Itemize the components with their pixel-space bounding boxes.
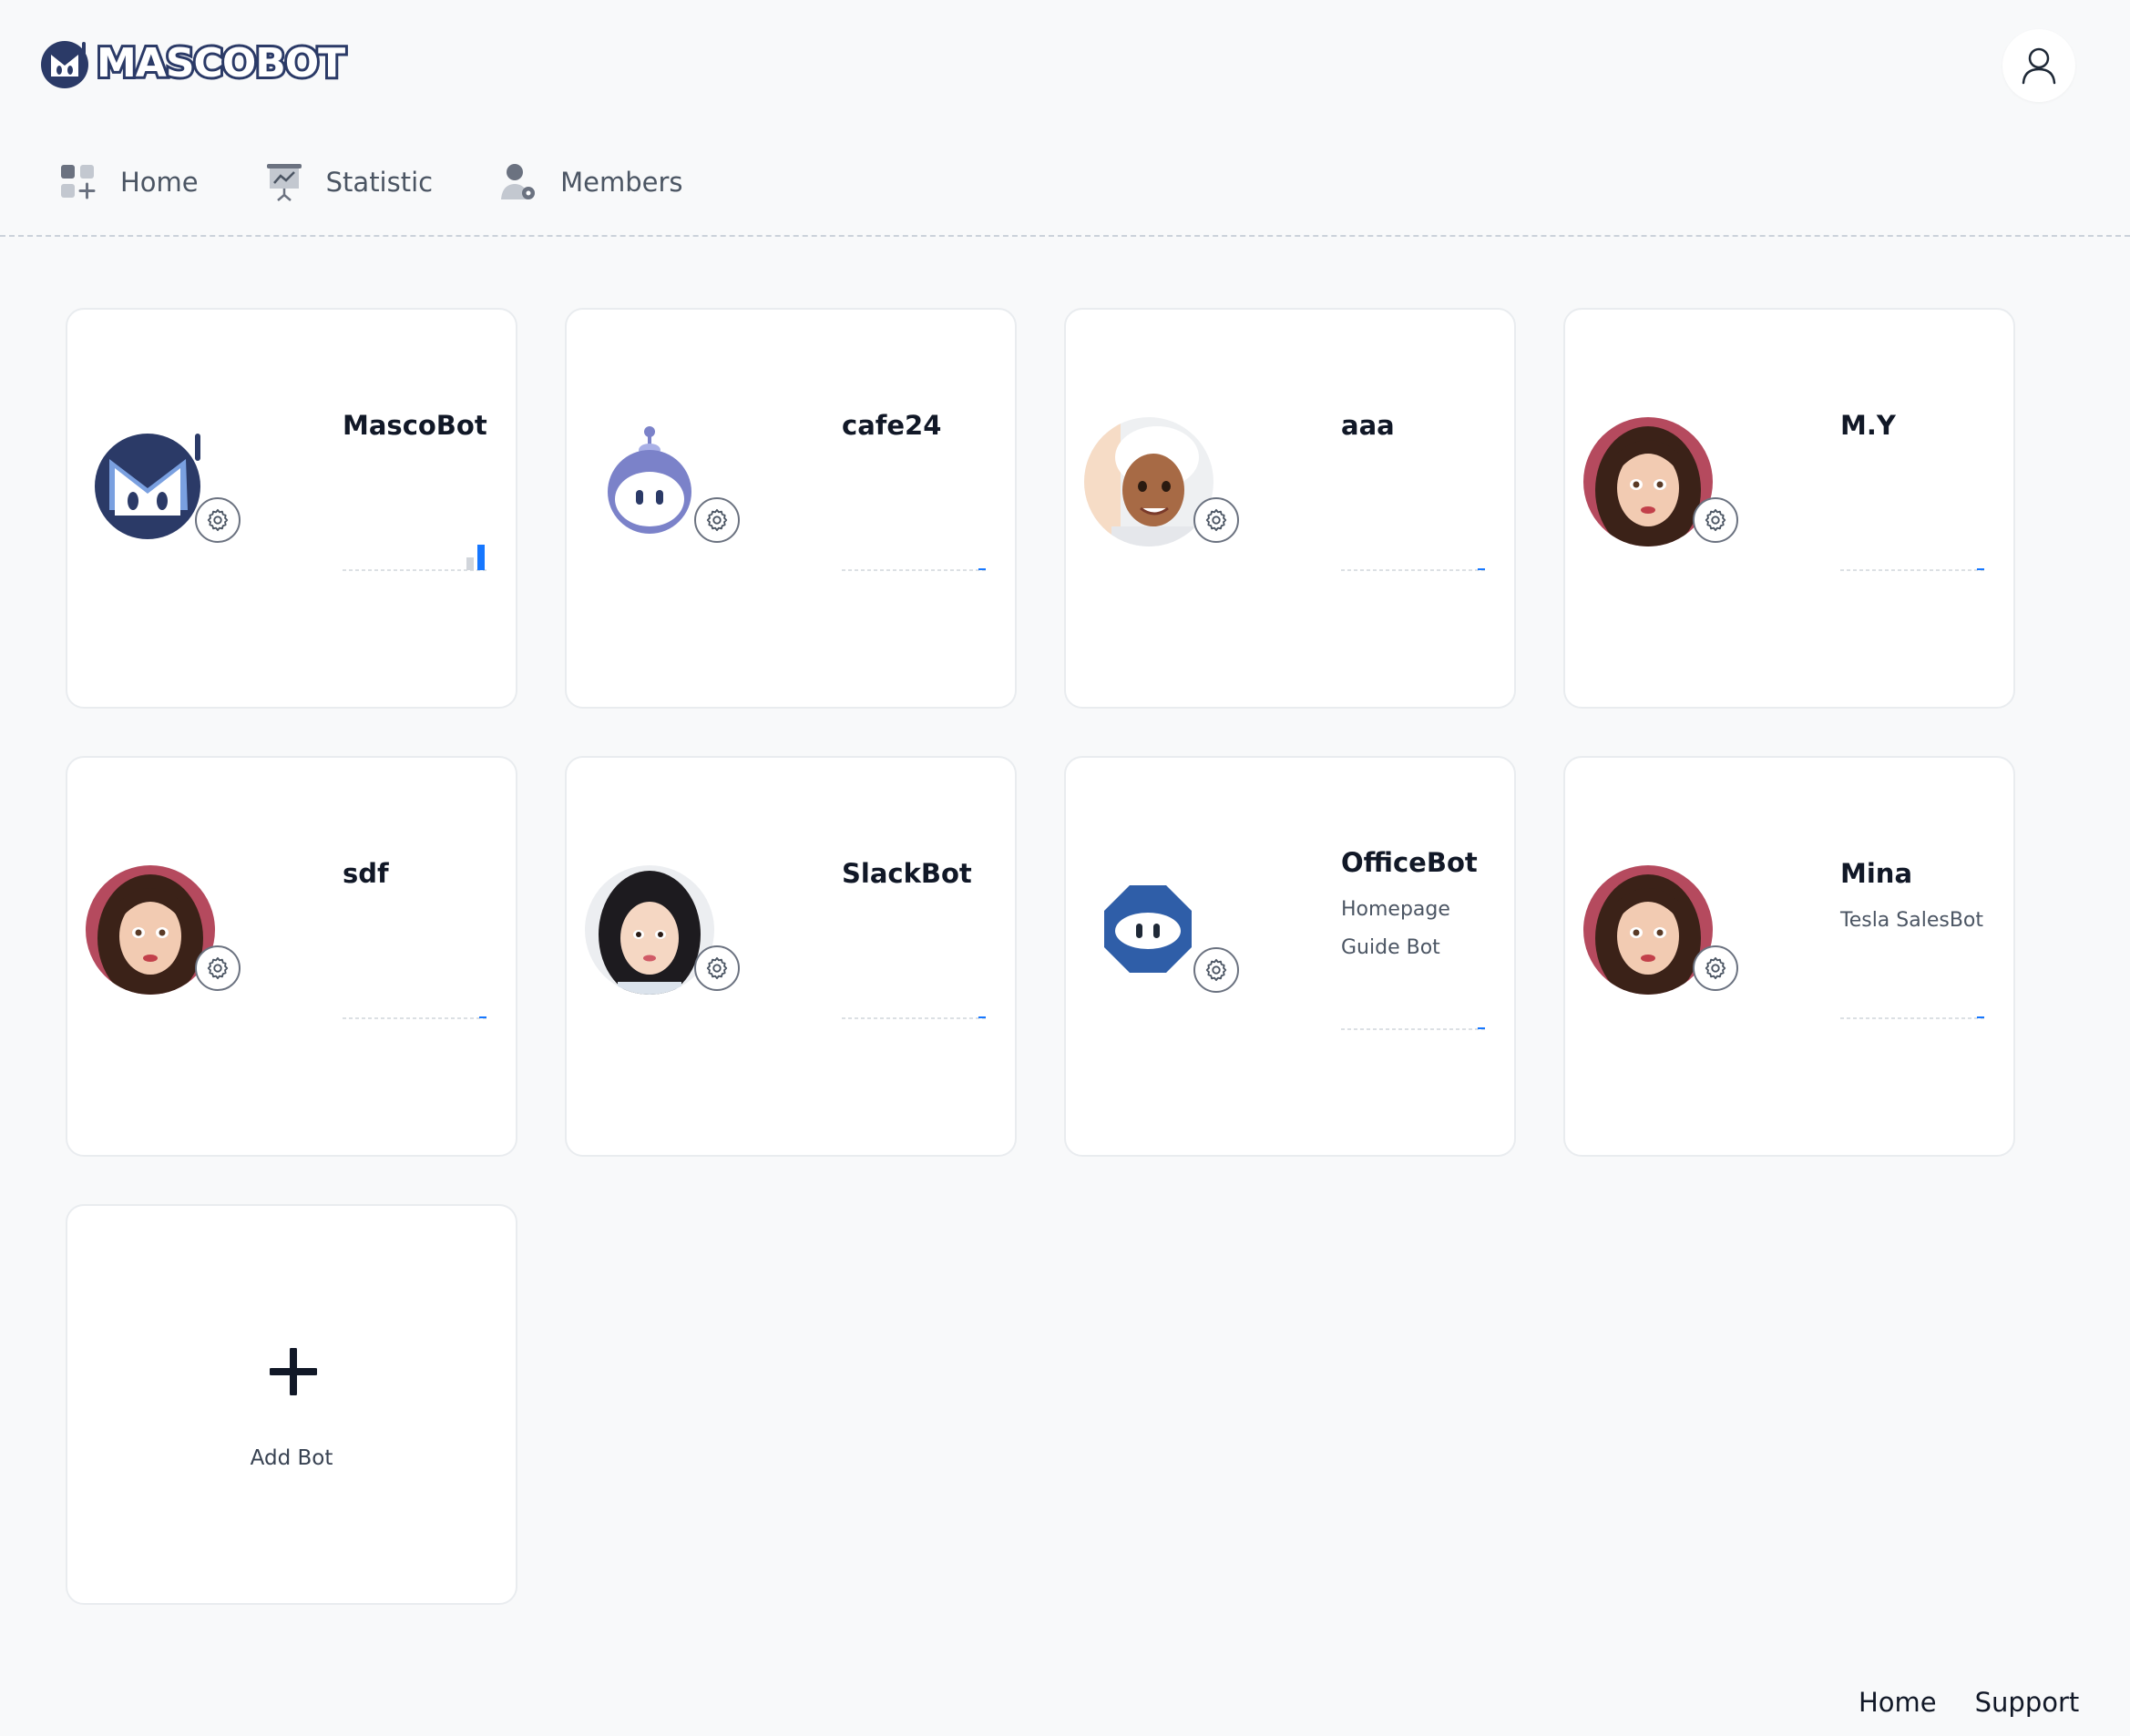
bot-settings-button[interactable] [1693,497,1738,543]
usage-sparkline [343,1016,488,1019]
plus-icon [270,1348,317,1395]
nav-item-home[interactable]: Home [60,164,199,200]
logo-text: MASCOBOT [94,37,348,89]
bot-card-slackbot[interactable]: SlackBot [565,756,1017,1157]
usage-sparkline [1341,568,1487,571]
bot-settings-button[interactable] [1193,497,1239,543]
main-nav: Home Statistic Members [60,157,751,208]
bot-description-line: Tesla SalesBot [1840,909,1984,932]
bot-settings-button[interactable] [694,945,740,991]
bot-card-mascobot[interactable]: MascoBot [66,308,517,709]
nav-item-statistic[interactable]: Statistic [266,162,433,202]
nav-item-members[interactable]: Members [500,163,683,201]
mascobot-avatar [95,434,200,539]
bot-name: aaa [1341,410,1395,441]
bot-card-my[interactable]: M.Y [1563,308,2015,709]
bot-name: OfficeBot [1341,847,1478,878]
bot-name: cafe24 [842,410,942,441]
gear-icon [1205,958,1227,982]
nav-label-home: Home [120,167,199,198]
header-divider [0,235,2130,237]
office-avatar [1104,885,1192,973]
bot-name: M.Y [1840,410,1896,441]
mascobot-logo-icon [41,41,88,88]
bot-settings-button[interactable] [1693,945,1738,991]
bot-card-sdf[interactable]: sdf [66,756,517,1157]
dashboard-icon [61,165,96,199]
bot-name: SlackBot [842,858,972,889]
usage-sparkline [842,1016,988,1019]
bot-name: MascoBot [343,410,487,441]
bot-description-line: Homepage [1341,898,1450,921]
gear-icon [207,508,229,532]
bot-settings-button[interactable] [195,945,241,991]
bot-settings-button[interactable] [1193,947,1239,993]
bot-description: Tesla SalesBot [1840,902,1983,940]
add-bot-card[interactable]: Add Bot [66,1204,517,1605]
bot-settings-button[interactable] [195,497,241,543]
bot-name: sdf [343,858,389,889]
presentation-chart-icon [266,164,302,201]
nav-label-members: Members [560,167,683,198]
bot-avatar[interactable] [93,428,206,541]
bot-name: Mina [1840,858,1913,889]
bot-settings-button[interactable] [694,497,740,543]
footer: Home Support [1859,1687,2117,1718]
gear-icon [1705,956,1726,980]
bot-card-aaa[interactable]: aaa [1064,308,1516,709]
nav-label-statistic: Statistic [325,167,434,198]
gear-icon [706,508,728,532]
user-icon [2022,47,2056,85]
gear-icon [1705,508,1726,532]
usage-sparkline [842,568,988,571]
bot-avatar[interactable] [1102,883,1193,975]
bot-card-mina[interactable]: Mina Tesla SalesBot [1563,756,2015,1157]
usage-sparkline [1840,568,1986,571]
bot-description: Homepage Guide Bot [1341,891,1450,967]
gear-icon [1205,508,1227,532]
bot-description-line: Guide Bot [1341,936,1440,959]
add-bot-label: Add Bot [250,1446,333,1470]
footer-link-support[interactable]: Support [1975,1687,2080,1718]
usage-sparkline [1840,1016,1986,1019]
gear-icon [706,956,728,980]
bot-card-officebot[interactable]: OfficeBot Homepage Guide Bot [1064,756,1516,1157]
top-header: MASCOBOT [0,0,2130,128]
gear-icon [207,956,229,980]
user-menu-button[interactable] [2002,29,2075,102]
logo[interactable]: MASCOBOT [38,36,348,89]
footer-link-home[interactable]: Home [1859,1687,1937,1718]
bot-card-cafe24[interactable]: cafe24 [565,308,1017,709]
usage-sparkline [1341,1027,1487,1030]
usage-sparkline [343,545,488,571]
member-settings-icon [501,164,536,199]
